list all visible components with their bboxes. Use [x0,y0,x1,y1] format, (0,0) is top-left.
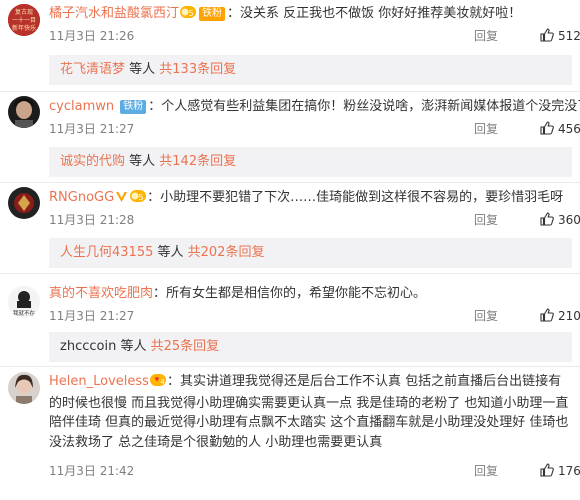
reply-user[interactable]: 花飞清语梦 [60,62,125,77]
avatar-image [8,372,40,404]
thumbs-up-icon [540,28,554,42]
comment-text: ：个人感觉有些利益集团在搞你！粉丝没说啥，澎湃新闻媒体报道个没完没了！ [148,99,580,114]
thumbs-up-icon [540,463,554,477]
svg-text:4: 4 [160,378,165,386]
reply-user[interactable]: 诚实的代购 [60,154,125,169]
avatar[interactable]: 我就不在 [8,286,40,318]
comment-meta: 11月3日 21:27 回复 4566 [49,121,580,137]
svg-text:我就不在: 我就不在 [13,309,36,317]
svg-text:新年快乐: 新年快乐 [12,24,36,32]
comment-line: cyclamwn 铁粉 ：个人感觉有些利益集团在搞你！粉丝没说啥，澎湃新闻媒体报道… [49,96,580,118]
reply-button[interactable]: 回复 [474,463,498,479]
username-link[interactable]: Helen_Loveless [49,374,149,389]
svg-text:5: 5 [188,9,193,18]
username-link[interactable]: RNGnoGG [49,190,114,205]
reply-mid: 等人 [125,62,160,77]
red-heart-icon: 4 [149,373,166,394]
comment-meta: 11月3日 21:42 回复 1765 [49,463,580,479]
avatar[interactable] [8,187,40,219]
avatar[interactable]: 复古现 一十一目 新年快乐 [8,4,40,36]
like-count: 2102 [558,309,580,323]
reply-mid: 等人 [116,339,151,354]
like-count: 1765 [558,464,580,478]
reply-thread-link[interactable]: 人生几何43155 等人 共202条回复 [49,238,572,268]
fan-level-icon: 5 [130,189,147,211]
comment-line: Helen_Loveless 4 ：其实讲道理我觉得还是后台工作不认真 包括之前直播… [49,372,572,452]
reply-mid: 等人 [153,245,188,260]
reply-user[interactable]: 人生几何43155 [60,245,153,260]
reply-count[interactable]: 共133条回复 [159,62,236,77]
thumbs-up-icon [540,308,554,322]
avatar[interactable] [8,96,40,128]
svg-text:一十一目: 一十一目 [12,16,36,24]
divider [0,91,580,92]
avatar-image [8,187,40,219]
like-button[interactable]: 4566 [540,121,580,137]
reply-button[interactable]: 回复 [474,308,498,324]
comment-line: RNGnoGG 5 ：小助理不要犯错了下次……佳琦能做到这样很不容易的，要珍惜羽毛呀 [49,187,572,211]
comment-text: ：所有女生都是相信你的，希望你能不忘初心。 [153,286,427,301]
reply-button[interactable]: 回复 [474,121,498,137]
timestamp: 11月3日 21:26 [49,29,135,43]
avatar-image: 复古现 一十一目 新年快乐 [8,4,40,36]
timestamp: 11月3日 21:27 [49,309,135,323]
divider [0,273,580,274]
username-link[interactable]: 真的不喜欢吃肥肉 [49,286,153,301]
avatar-image: 我就不在 [8,286,40,318]
comment-text: ：没关系 反正我也不做饭 你好好推荐美妆就好啦！ [227,6,522,21]
divider [0,366,580,367]
timestamp: 11月3日 21:28 [49,213,135,227]
username-link[interactable]: 橘子汽水和盐酸氯西汀 [49,6,179,21]
reply-count[interactable]: 共142条回复 [159,154,236,169]
comment-meta: 11月3日 21:27 回复 2102 [49,308,580,324]
svg-text:5: 5 [139,193,144,202]
comment-line: 真的不喜欢吃肥肉：所有女生都是相信你的，希望你能不忘初心。 [49,283,572,305]
timestamp: 11月3日 21:42 [49,464,135,478]
reply-mid: 等人 [125,154,160,169]
like-count: 3601 [558,213,580,227]
like-button[interactable]: 5124 [540,28,580,44]
reply-thread-link[interactable]: 诚实的代购 等人 共142条回复 [49,147,572,177]
comment-meta: 11月3日 21:28 回复 3601 [49,212,580,228]
timestamp: 11月3日 21:27 [49,122,135,136]
like-count: 5124 [558,29,580,43]
like-button[interactable]: 1765 [540,463,580,479]
reply-thread-link[interactable]: 花飞清语梦 等人 共133条回复 [49,55,572,85]
like-button[interactable]: 2102 [540,308,580,324]
thumbs-up-icon [540,121,554,135]
like-count: 4566 [558,122,580,136]
comment-line: 橘子汽水和盐酸氯西汀 5 铁粉 ：没关系 反正我也不做饭 你好好推荐美妆就好啦！ [49,3,572,27]
reply-button[interactable]: 回复 [474,28,498,44]
reply-thread-link[interactable]: zhcccoin 等人 共25条回复 [49,332,572,362]
divider [0,182,580,183]
like-button[interactable]: 3601 [540,212,580,228]
comment-text: ：小助理不要犯错了下次……佳琦能做到这样很不容易的，要珍惜羽毛呀 [147,190,564,205]
thumbs-up-icon [540,212,554,226]
fan-badge: 铁粉 [199,7,226,21]
reply-count[interactable]: 共25条回复 [151,339,220,354]
fan-level-icon: 5 [180,5,197,27]
reply-button[interactable]: 回复 [474,212,498,228]
verified-v-icon [115,189,128,211]
svg-text:复古现: 复古现 [15,8,33,16]
username-link[interactable]: cyclamwn [49,99,114,114]
comment-meta: 11月3日 21:26 回复 5124 [49,28,580,44]
reply-user[interactable]: zhcccoin [60,339,116,354]
iron-fan-badge: 铁粉 [120,100,147,114]
avatar[interactable] [8,372,40,404]
reply-count[interactable]: 共202条回复 [188,245,265,260]
avatar-image [8,96,40,128]
